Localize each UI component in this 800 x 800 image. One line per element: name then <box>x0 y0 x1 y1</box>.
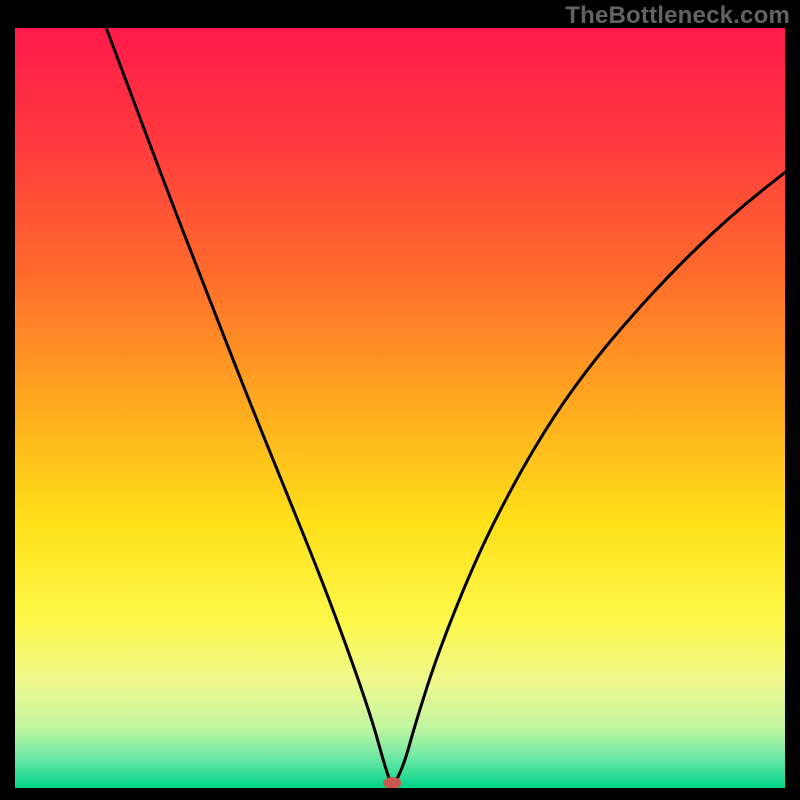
gradient-background <box>15 28 785 788</box>
bottleneck-chart <box>15 28 785 788</box>
watermark-text: TheBottleneck.com <box>565 2 790 30</box>
chart-frame: TheBottleneck.com <box>0 0 800 800</box>
